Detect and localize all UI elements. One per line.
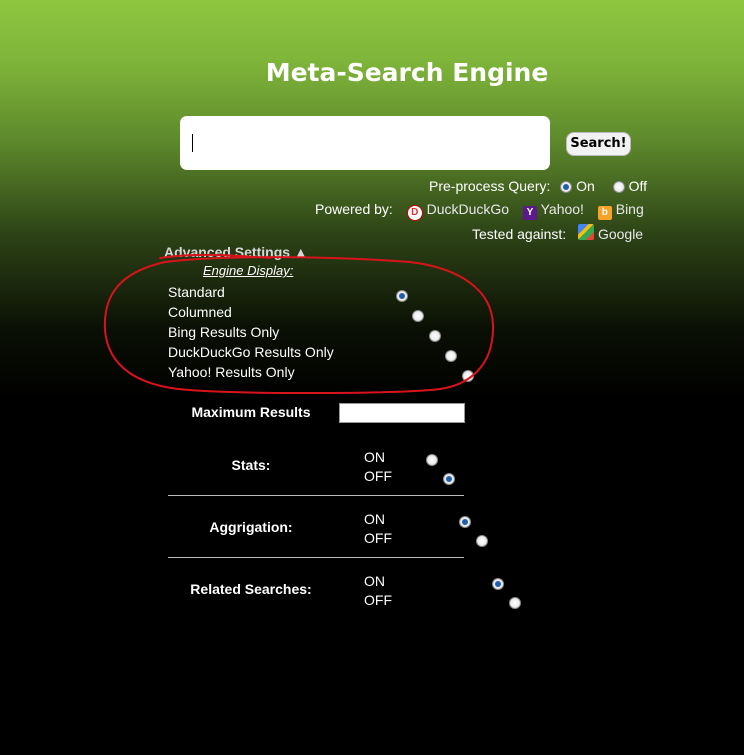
powered-by-bing[interactable]: Bing: [616, 201, 644, 217]
engine-option-standard-label: Standard: [168, 284, 225, 300]
powered-by-duckduckgo[interactable]: DuckDuckGo: [427, 201, 509, 217]
max-results-label: Maximum Results: [191, 404, 311, 420]
preprocess-on-radio[interactable]: [560, 181, 573, 194]
engine-option-standard-radio[interactable]: [396, 289, 408, 302]
related-off-label: OFF: [364, 592, 392, 608]
related-off-radio[interactable]: [508, 596, 521, 609]
search-input[interactable]: [180, 116, 550, 170]
engine-option-yahoo-radio[interactable]: [461, 369, 474, 382]
preprocess-row: Pre-process Query: On Off: [429, 178, 647, 194]
aggregation-off-label: OFF: [364, 530, 392, 546]
google-icon: [578, 224, 595, 240]
aggregation-off-radio[interactable]: [475, 534, 488, 547]
engine-option-duckduckgo-label: DuckDuckGo Results Only: [168, 344, 334, 360]
related-searches-label: Related Searches:: [190, 581, 312, 597]
yahoo-icon: Y: [522, 206, 537, 220]
engine-option-columned-radio[interactable]: [412, 309, 425, 322]
aggregation-label: Aggrigation:: [209, 519, 293, 535]
divider: [168, 557, 464, 558]
engine-option-bing-radio[interactable]: [428, 329, 441, 342]
max-results-input[interactable]: [339, 403, 465, 423]
stats-on-label: ON: [364, 449, 385, 465]
divider: [168, 495, 464, 496]
powered-by-row: Powered by: D DuckDuckGo Y Yahoo! b Bing: [315, 201, 644, 221]
related-on-radio[interactable]: [492, 577, 505, 590]
engine-display-title: Engine Display:: [203, 263, 294, 278]
aggregation-on-radio[interactable]: [459, 515, 472, 528]
stats-off-label: OFF: [364, 468, 392, 484]
preprocess-label: Pre-process Query:: [429, 178, 551, 194]
engine-option-bing-label: Bing Results Only: [168, 324, 280, 340]
preprocess-off-label: Off: [628, 178, 648, 194]
engine-option-columned-label: Columned: [168, 304, 232, 320]
stats-on-radio[interactable]: [426, 453, 439, 466]
annotation-circle: [103, 253, 495, 394]
tested-against-google[interactable]: Google: [598, 226, 643, 242]
bing-icon: b: [597, 206, 612, 220]
search-button[interactable]: Search!: [566, 132, 631, 156]
powered-by-yahoo[interactable]: Yahoo!: [541, 201, 584, 217]
advanced-settings-toggle[interactable]: Advanced Settings ▲: [164, 244, 308, 260]
duckduckgo-icon: D: [406, 205, 423, 221]
engine-option-yahoo-label: Yahoo! Results Only: [168, 364, 295, 380]
stats-label: Stats:: [231, 457, 271, 473]
text-caret: [192, 134, 193, 152]
aggregation-on-label: ON: [364, 511, 385, 527]
powered-by-label: Powered by:: [315, 201, 393, 217]
related-on-label: ON: [364, 573, 385, 589]
tested-against-label: Tested against:: [472, 226, 567, 242]
preprocess-off-radio[interactable]: [612, 181, 625, 194]
preprocess-on-label: On: [576, 178, 595, 194]
engine-option-duckduckgo-radio[interactable]: [445, 349, 458, 362]
page-title: Meta-Search Engine: [265, 58, 549, 87]
tested-against-row: Tested against: Google: [472, 224, 643, 242]
stats-off-radio[interactable]: [442, 472, 455, 485]
